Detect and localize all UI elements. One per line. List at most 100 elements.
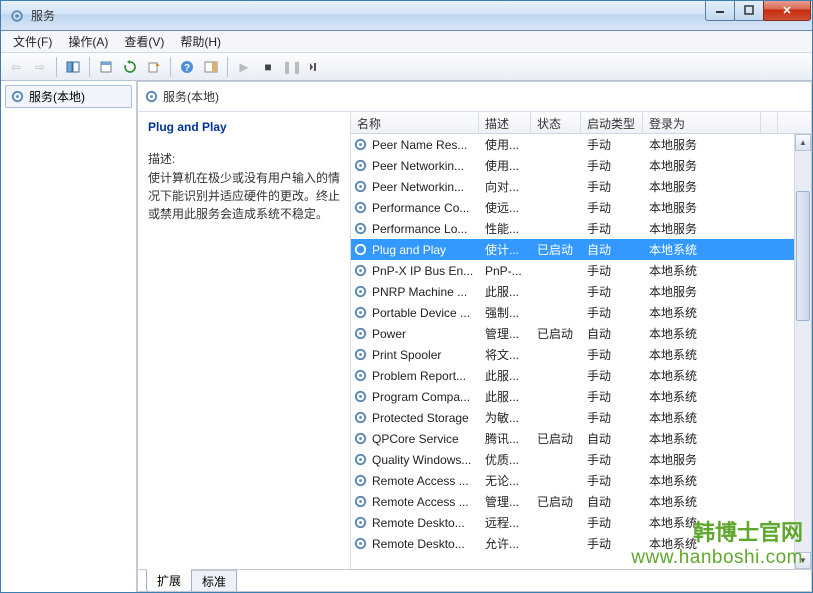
help-button[interactable]: ? [176, 56, 198, 78]
service-row[interactable]: Problem Report...此服...手动本地系统 [351, 365, 794, 386]
service-row[interactable]: Remote Deskto...允许...手动本地系统 [351, 533, 794, 554]
service-row[interactable]: Quality Windows...优质...手动本地服务 [351, 449, 794, 470]
column-name[interactable]: 名称 [351, 112, 479, 133]
column-logon[interactable]: 登录为 [643, 112, 761, 133]
refresh-button[interactable] [119, 56, 141, 78]
start-service-button[interactable]: ▶ [233, 56, 255, 78]
service-desc: 强制... [479, 304, 531, 321]
service-row[interactable]: Peer Name Res...使用...手动本地服务 [351, 134, 794, 155]
service-row[interactable]: Plug and Play使计...已启动自动本地系统 [351, 239, 794, 260]
stop-service-button[interactable]: ■ [257, 56, 279, 78]
column-startup[interactable]: 启动类型 [581, 112, 643, 133]
pause-service-button[interactable]: ❚❚ [281, 56, 303, 78]
service-desc: 腾讯... [479, 430, 531, 447]
service-startup: 手动 [581, 409, 643, 426]
services-icon [10, 89, 25, 104]
restart-service-button[interactable] [305, 56, 327, 78]
service-desc: PnP-... [479, 264, 531, 278]
scroll-down-arrow[interactable]: ▼ [795, 552, 811, 569]
service-desc: 使用... [479, 136, 531, 153]
service-startup: 手动 [581, 283, 643, 300]
service-name: QPCore Service [372, 432, 459, 446]
service-logon: 本地系统 [643, 388, 761, 405]
app-icon [9, 8, 25, 24]
export-button[interactable] [143, 56, 165, 78]
back-button[interactable]: ⇦ [5, 56, 27, 78]
service-name: PNRP Machine ... [372, 285, 467, 299]
tree-root-item[interactable]: 服务(本地) [5, 85, 132, 108]
properties-button[interactable] [95, 56, 117, 78]
service-status: 已启动 [531, 493, 581, 510]
service-startup: 手动 [581, 262, 643, 279]
service-row[interactable]: PNRP Machine ...此服...手动本地服务 [351, 281, 794, 302]
service-startup: 手动 [581, 346, 643, 363]
menu-view[interactable]: 查看(V) [116, 31, 172, 52]
service-logon: 本地系统 [643, 304, 761, 321]
selected-service-name: Plug and Play [148, 120, 340, 134]
close-button[interactable] [763, 1, 811, 21]
service-name: Performance Lo... [372, 222, 467, 236]
forward-button[interactable]: ⇨ [29, 56, 51, 78]
service-desc: 使用... [479, 157, 531, 174]
show-hide-tree-button[interactable] [62, 56, 84, 78]
menu-help[interactable]: 帮助(H) [172, 31, 229, 52]
service-desc: 将文... [479, 346, 531, 363]
details-panel: Plug and Play 描述: 使计算机在极少或没有用户输入的情况下能识别并… [138, 112, 350, 569]
service-row[interactable]: Portable Device ...强制...手动本地系统 [351, 302, 794, 323]
service-desc: 远程... [479, 514, 531, 531]
service-startup: 手动 [581, 220, 643, 237]
toolbar: ⇦ ⇨ ? ▶ ■ ❚❚ [1, 53, 812, 81]
scroll-up-arrow[interactable]: ▲ [795, 134, 811, 151]
menubar: 文件(F) 操作(A) 查看(V) 帮助(H) [1, 31, 812, 53]
vertical-scrollbar[interactable]: ▲ ▼ [794, 134, 811, 569]
service-startup: 手动 [581, 178, 643, 195]
service-row[interactable]: Print Spooler将文...手动本地系统 [351, 344, 794, 365]
tab-standard[interactable]: 标准 [191, 570, 237, 592]
service-row[interactable]: Peer Networkin...使用...手动本地服务 [351, 155, 794, 176]
service-desc: 此服... [479, 388, 531, 405]
service-row[interactable]: Peer Networkin...向对...手动本地服务 [351, 176, 794, 197]
service-startup: 手动 [581, 304, 643, 321]
service-row[interactable]: QPCore Service腾讯...已启动自动本地系统 [351, 428, 794, 449]
service-logon: 本地系统 [643, 472, 761, 489]
service-row[interactable]: PnP-X IP Bus En...PnP-...手动本地系统 [351, 260, 794, 281]
service-row[interactable]: Performance Co...使远...手动本地服务 [351, 197, 794, 218]
service-logon: 本地服务 [643, 157, 761, 174]
service-status: 已启动 [531, 430, 581, 447]
service-row[interactable]: Remote Deskto...远程...手动本地系统 [351, 512, 794, 533]
scroll-thumb[interactable] [796, 191, 810, 321]
service-row[interactable]: Power管理...已启动自动本地系统 [351, 323, 794, 344]
menu-file[interactable]: 文件(F) [5, 31, 60, 52]
column-status[interactable]: 状态 [531, 112, 581, 133]
service-name: Problem Report... [372, 369, 466, 383]
service-logon: 本地服务 [643, 220, 761, 237]
service-row[interactable]: Protected Storage为敏...手动本地系统 [351, 407, 794, 428]
service-row[interactable]: Program Compa...此服...手动本地系统 [351, 386, 794, 407]
tree-root-label: 服务(本地) [29, 88, 85, 105]
service-desc: 向对... [479, 178, 531, 195]
service-row[interactable]: Remote Access ...无论...手动本地系统 [351, 470, 794, 491]
column-description[interactable]: 描述 [479, 112, 531, 133]
service-name: Program Compa... [372, 390, 470, 404]
service-desc: 为敏... [479, 409, 531, 426]
service-startup: 自动 [581, 493, 643, 510]
action-pane-button[interactable] [200, 56, 222, 78]
service-status: 已启动 [531, 241, 581, 258]
service-logon: 本地服务 [643, 451, 761, 468]
scroll-track[interactable] [795, 151, 811, 552]
service-logon: 本地服务 [643, 199, 761, 216]
description-label: 描述: [148, 150, 340, 167]
service-logon: 本地服务 [643, 283, 761, 300]
service-logon: 本地服务 [643, 178, 761, 195]
menu-action[interactable]: 操作(A) [60, 31, 116, 52]
service-startup: 手动 [581, 157, 643, 174]
tab-extended[interactable]: 扩展 [146, 569, 192, 592]
service-row[interactable]: Remote Access ...管理...已启动自动本地系统 [351, 491, 794, 512]
service-name: Remote Deskto... [372, 516, 465, 530]
service-startup: 手动 [581, 199, 643, 216]
service-desc: 允许... [479, 535, 531, 552]
service-logon: 本地系统 [643, 409, 761, 426]
service-row[interactable]: Performance Lo...性能...手动本地服务 [351, 218, 794, 239]
maximize-button[interactable] [734, 1, 764, 21]
minimize-button[interactable] [705, 1, 735, 21]
